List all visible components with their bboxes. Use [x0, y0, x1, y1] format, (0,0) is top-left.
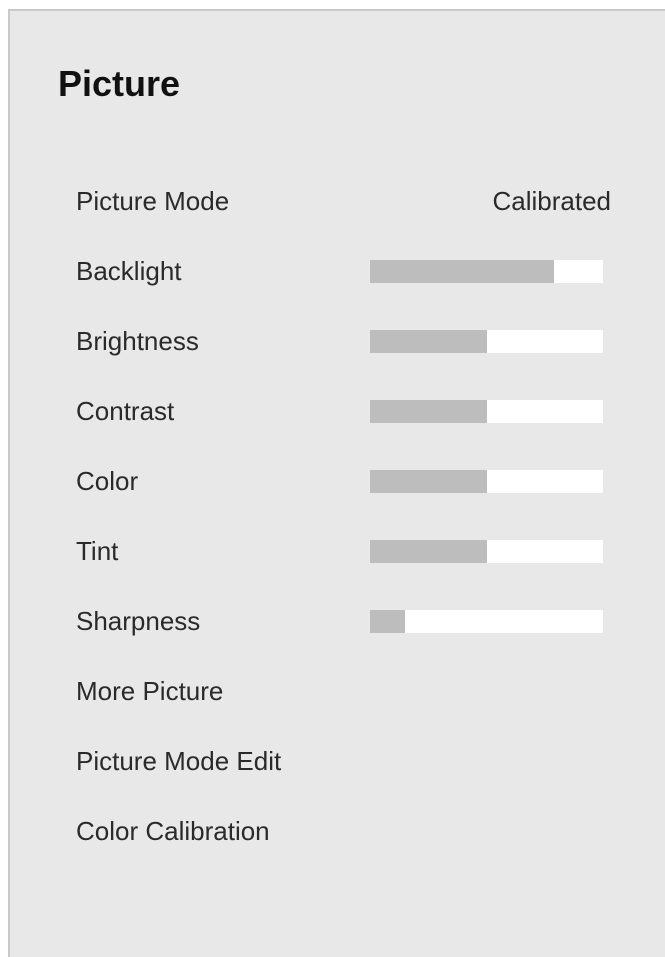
tint-slider[interactable]: [370, 540, 603, 563]
menu-item-label: Backlight: [76, 256, 182, 286]
menu-item-contrast[interactable]: Contrast: [76, 391, 611, 431]
contrast-slider[interactable]: [370, 400, 603, 423]
menu-item-label: Tint: [76, 536, 119, 566]
slider-fill: [370, 610, 405, 633]
sharpness-slider[interactable]: [370, 610, 603, 633]
menu-item-more-picture[interactable]: More Picture: [76, 671, 611, 711]
menu-item-picture-mode-edit[interactable]: Picture Mode Edit: [76, 741, 611, 781]
menu-item-label: More Picture: [76, 676, 224, 706]
menu-title: Picture: [58, 63, 181, 104]
slider-fill: [370, 260, 555, 283]
backlight-slider[interactable]: [370, 260, 603, 283]
menu-item-color[interactable]: Color: [76, 461, 611, 501]
menu-item-brightness[interactable]: Brightness: [76, 321, 611, 361]
menu-item-color-calibration[interactable]: Color Calibration: [76, 811, 611, 851]
slider-fill: [370, 330, 487, 353]
menu-item-label: Contrast: [76, 396, 175, 426]
menu-item-sharpness[interactable]: Sharpness: [76, 601, 611, 641]
brightness-slider[interactable]: [370, 330, 603, 353]
menu-item-tint[interactable]: Tint: [76, 531, 611, 571]
menu-item-backlight[interactable]: Backlight: [76, 251, 611, 291]
color-slider[interactable]: [370, 470, 603, 493]
picture-mode-value: Calibrated: [492, 186, 611, 216]
menu-item-label: Color Calibration: [76, 816, 270, 846]
picture-menu-panel: Picture Picture Mode Calibrated Backligh…: [8, 9, 665, 957]
menu-item-label: Color: [76, 466, 139, 496]
menu-item-label: Sharpness: [76, 606, 201, 636]
menu-item-picture-mode[interactable]: Picture Mode Calibrated: [76, 181, 611, 221]
slider-fill: [370, 540, 487, 563]
menu-item-label: Brightness: [76, 326, 199, 356]
slider-fill: [370, 400, 487, 423]
slider-fill: [370, 470, 487, 493]
menu-item-label: Picture Mode: [76, 186, 230, 216]
menu-item-label: Picture Mode Edit: [76, 746, 282, 776]
